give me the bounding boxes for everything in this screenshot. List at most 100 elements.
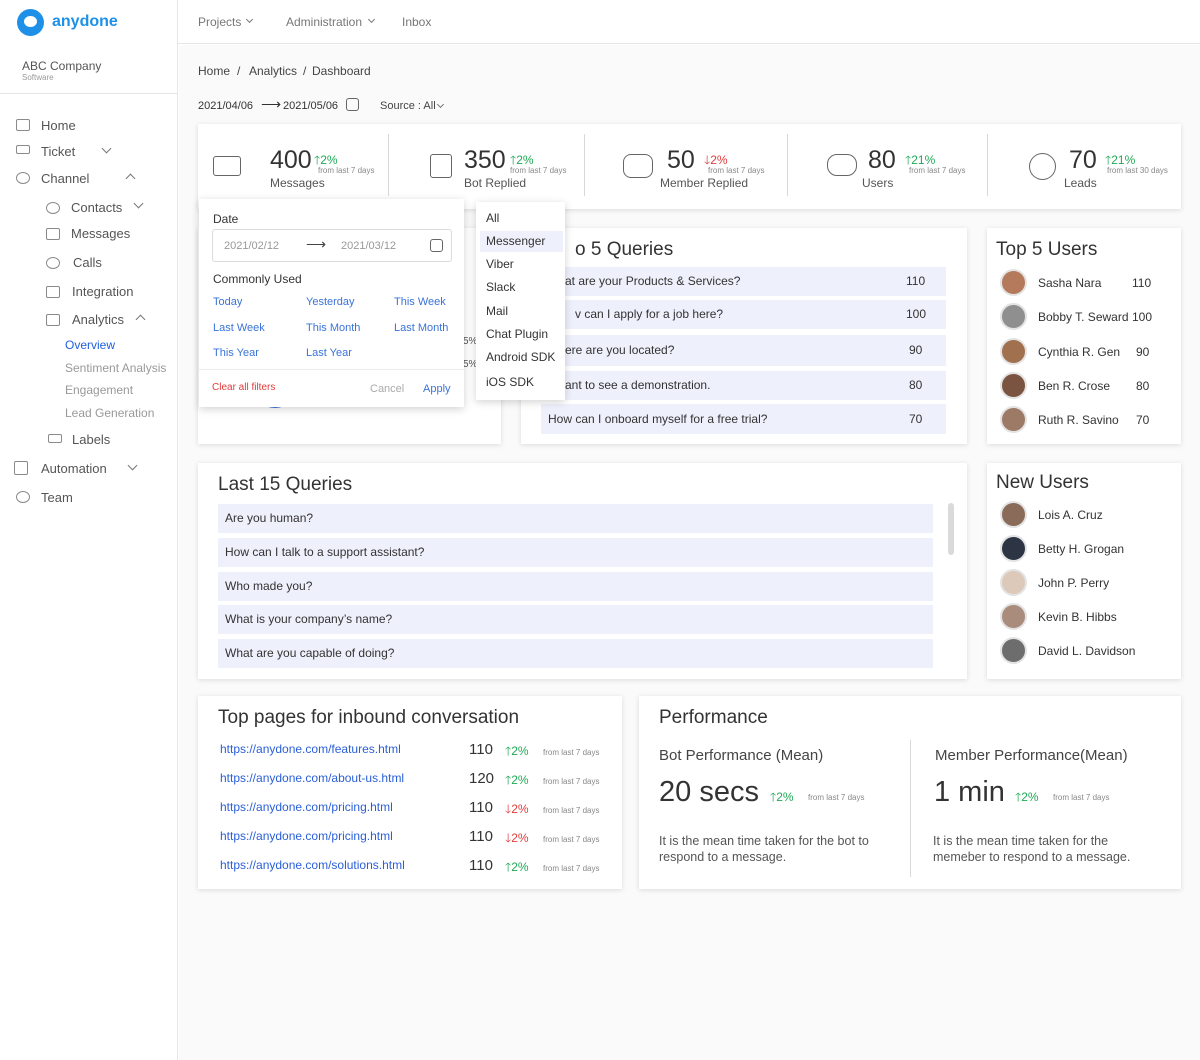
sidebar-item-calls[interactable]: Calls — [73, 255, 102, 270]
source-option-mail[interactable]: Mail — [486, 304, 508, 318]
scrollbar[interactable] — [948, 503, 954, 555]
page-change: 🡑2% — [505, 744, 529, 758]
avatar[interactable] — [1000, 269, 1027, 296]
date-option-last-year[interactable]: Last Year — [306, 347, 352, 359]
avatar[interactable] — [1000, 303, 1027, 330]
sidebar-item-ticket[interactable]: Ticket — [41, 144, 75, 159]
source-option-viber[interactable]: Viber — [486, 257, 514, 271]
query-row[interactable]: ere are you located? 90 — [541, 335, 946, 366]
sidebar-divider — [0, 93, 178, 94]
app-logo-text[interactable]: anydone — [52, 13, 118, 31]
user-name[interactable]: David L. Davidson — [1038, 644, 1135, 658]
calendar-icon[interactable] — [346, 98, 359, 111]
nav-inbox[interactable]: Inbox — [402, 15, 431, 29]
avatar[interactable] — [1000, 569, 1027, 596]
query-row[interactable]: v can I apply for a job here? 100 — [541, 300, 946, 329]
sidebar-item-engagement[interactable]: Engagement — [65, 383, 133, 397]
nav-administration[interactable]: Administration — [286, 15, 362, 29]
avatar[interactable] — [1000, 535, 1027, 562]
sidebar-item-channel[interactable]: Channel — [41, 171, 89, 186]
user-name[interactable]: Bobby T. Seward — [1038, 310, 1129, 324]
user-name[interactable]: John P. Perry — [1038, 576, 1109, 590]
user-name[interactable]: Kevin B. Hibbs — [1038, 610, 1117, 624]
source-option-chat-plugin[interactable]: Chat Plugin — [486, 327, 548, 341]
user-name[interactable]: Sasha Nara — [1038, 276, 1101, 290]
sidebar-item-integration[interactable]: Integration — [72, 284, 133, 299]
page-link[interactable]: https://anydone.com/solutions.html — [220, 858, 405, 872]
chevron-down-icon[interactable] — [127, 460, 138, 471]
sidebar-item-automation[interactable]: Automation — [41, 461, 107, 476]
avatar[interactable] — [1000, 372, 1027, 399]
date-range-input[interactable]: 2021/02/12 ⟶ 2021/03/12 — [212, 229, 452, 262]
sidebar-item-analytics[interactable]: Analytics — [72, 312, 124, 327]
query-row[interactable]: How can I talk to a support assistant? — [218, 538, 933, 567]
date-option-this-month[interactable]: This Month — [306, 322, 360, 334]
sidebar-item-lead-generation[interactable]: Lead Generation — [65, 406, 154, 420]
avatar[interactable] — [1000, 603, 1027, 630]
nav-projects[interactable]: Projects — [198, 15, 241, 29]
chevron-up-icon[interactable] — [135, 314, 146, 325]
bot-performance-period: from last 7 days — [808, 793, 865, 802]
sidebar-item-contacts[interactable]: Contacts — [71, 200, 122, 215]
top-bar: Projects Administration Inbox — [178, 0, 1200, 44]
cancel-button[interactable]: Cancel — [370, 383, 404, 395]
sidebar-item-messages[interactable]: Messages — [71, 226, 130, 241]
sidebar-item-labels[interactable]: Labels — [72, 432, 110, 447]
user-name[interactable]: Cynthia R. Gen — [1038, 345, 1120, 359]
member-performance-value: 1 min — [934, 776, 1005, 808]
query-row[interactable]: Who made you? — [218, 572, 933, 601]
user-count: 100 — [1132, 310, 1153, 324]
user-name[interactable]: Lois A. Cruz — [1038, 508, 1103, 522]
calendar-icon[interactable] — [430, 239, 443, 252]
query-row[interactable]: How can I onboard myself for a free tria… — [541, 404, 946, 434]
date-from[interactable]: 2021/04/06 — [198, 100, 253, 112]
apply-button[interactable]: Apply — [423, 383, 451, 395]
date-option-this-week[interactable]: This Week — [394, 296, 446, 308]
source-option-ios-sdk[interactable]: iOS SDK — [486, 375, 534, 389]
sidebar-item-team[interactable]: Team — [41, 490, 73, 505]
source-option-slack[interactable]: Slack — [486, 280, 515, 294]
avatar[interactable] — [1000, 501, 1027, 528]
sidebar-item-sentiment-analysis[interactable]: Sentiment Analysis — [65, 361, 166, 375]
chevron-down-icon[interactable] — [101, 143, 112, 154]
breadcrumb-analytics[interactable]: Analytics — [249, 64, 297, 78]
source-filter[interactable]: Source : All — [380, 100, 436, 112]
sidebar-item-home[interactable]: Home — [41, 118, 76, 133]
query-row[interactable]: Are you human? — [218, 504, 933, 533]
date-option-last-month[interactable]: Last Month — [394, 322, 448, 334]
source-option-all[interactable]: All — [486, 211, 499, 225]
company-name[interactable]: ABC Company — [22, 59, 101, 73]
stat-bot-replied-label: Bot Replied — [464, 176, 527, 190]
user-name[interactable]: Ben R. Crose — [1038, 379, 1110, 393]
source-option-messenger[interactable]: Messenger — [486, 234, 545, 248]
page-link[interactable]: https://anydone.com/pricing.html — [220, 800, 393, 814]
clear-filters-button[interactable]: Clear all filters — [212, 382, 275, 393]
query-row[interactable]: What is your company’s name? — [218, 605, 933, 634]
query-row[interactable]: at are your Products & Services? 110 — [541, 267, 946, 296]
user-name[interactable]: Ruth R. Savino — [1038, 413, 1119, 427]
sidebar-item-overview[interactable]: Overview — [65, 338, 115, 352]
breadcrumb-home[interactable]: Home — [198, 64, 230, 78]
chevron-down-icon[interactable] — [436, 100, 445, 109]
chevron-down-icon[interactable] — [245, 15, 254, 24]
page-link[interactable]: https://anydone.com/features.html — [220, 742, 401, 756]
chevron-down-icon[interactable] — [133, 198, 144, 209]
date-option-today[interactable]: Today — [213, 296, 242, 308]
date-option-this-year[interactable]: This Year — [213, 347, 259, 359]
date-to[interactable]: 2021/05/06 — [283, 100, 338, 112]
user-name[interactable]: Betty H. Grogan — [1038, 542, 1124, 556]
avatar[interactable] — [1000, 406, 1027, 433]
avatar[interactable] — [1000, 637, 1027, 664]
chevron-down-icon[interactable] — [367, 15, 376, 24]
source-option-android-sdk[interactable]: Android SDK — [486, 350, 555, 364]
page-link[interactable]: https://anydone.com/pricing.html — [220, 829, 393, 843]
query-row[interactable]: What are you capable of doing? — [218, 639, 933, 668]
chevron-up-icon[interactable] — [125, 173, 136, 184]
avatar[interactable] — [1000, 338, 1027, 365]
date-from-input[interactable]: 2021/02/12 — [224, 240, 279, 252]
query-row[interactable]: ant to see a demonstration. 80 — [541, 371, 946, 400]
page-link[interactable]: https://anydone.com/about-us.html — [220, 771, 404, 785]
date-option-last-week[interactable]: Last Week — [213, 322, 265, 334]
date-to-input[interactable]: 2021/03/12 — [341, 240, 396, 252]
date-option-yesterday[interactable]: Yesterday — [306, 296, 355, 308]
